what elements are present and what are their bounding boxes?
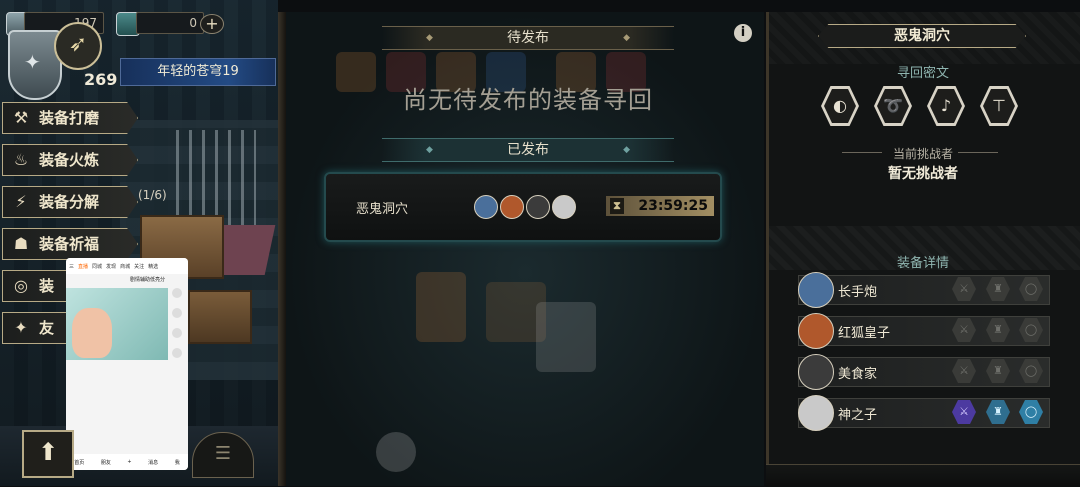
hero-row[interactable] xyxy=(798,398,1050,428)
hero-avatar-divine xyxy=(552,195,576,219)
panel-divider xyxy=(278,12,286,486)
hero-row[interactable] xyxy=(798,357,1050,387)
hero-name: 长手炮 xyxy=(838,285,878,300)
add-resource-button[interactable]: + xyxy=(200,14,224,34)
fox-icon: ✦ xyxy=(14,318,28,337)
share-icon[interactable] xyxy=(172,348,182,358)
diamond-icon: ◆ xyxy=(426,33,433,43)
video-side-actions xyxy=(168,288,186,358)
hero-avatar-redfox xyxy=(500,195,524,219)
video-nav-item[interactable]: 同城 xyxy=(92,263,102,270)
challenger-label: 当前挑战者 xyxy=(892,147,953,161)
menu-disassemble-label: 装备分解 xyxy=(39,193,100,211)
challenger-value: 暂无挑战者 xyxy=(888,166,958,182)
hammer-icon: ⚒ xyxy=(13,108,29,127)
video-bottom-item[interactable]: 消息 xyxy=(148,459,158,466)
hero-name: 美食家 xyxy=(838,367,878,382)
menu-retrieve-label: 装 xyxy=(39,277,55,295)
hero-avatar-gourmet xyxy=(798,354,834,390)
faded-button xyxy=(376,432,416,472)
video-bottom-item[interactable]: 我 xyxy=(175,459,180,466)
location-title: 恶鬼洞穴 xyxy=(818,24,1026,48)
published-header-label: 已发布 xyxy=(507,142,549,158)
video-face xyxy=(72,308,112,358)
hero-name: 红狐皇子 xyxy=(838,326,891,341)
upgrade-arrow-button[interactable]: ⬆ xyxy=(22,430,74,478)
menu-polish-label: 装备打磨 xyxy=(39,109,100,127)
cipher-label: 寻回密文 xyxy=(896,66,949,81)
video-nav-item[interactable]: 三 xyxy=(69,263,74,270)
menu-blessing[interactable]: ☗ 装备祈福 xyxy=(2,228,138,260)
video-bottom-item[interactable]: + xyxy=(127,459,131,465)
hero-avatar-gourmet xyxy=(526,195,550,219)
faded-hero-figure xyxy=(536,302,596,372)
resource-2-value: 0 xyxy=(136,12,204,34)
diamond-icon: ◆ xyxy=(426,145,433,155)
published-quest-card[interactable]: 恶鬼洞穴 ⧗ 23:59:25 xyxy=(324,172,722,242)
video-bottom-item[interactable]: 朋友 xyxy=(101,459,111,466)
quest-name: 恶鬼洞穴 xyxy=(356,202,409,217)
pending-empty-text: 尚无待发布的装备寻回 xyxy=(403,86,653,114)
video-nav-item[interactable]: 商城 xyxy=(120,263,130,270)
menu-blessing-label: 装备祈福 xyxy=(39,235,100,253)
video-frame[interactable] xyxy=(66,288,168,360)
like-icon[interactable] xyxy=(172,288,182,298)
hero-avatar-redfox xyxy=(798,313,834,349)
menu-forge-label: 装备火炼 xyxy=(39,151,100,169)
menu-friends-label: 友 xyxy=(39,319,55,337)
equipment-label: 装备详情 xyxy=(896,256,949,271)
hero-row[interactable] xyxy=(798,316,1050,346)
faded-hero-figure xyxy=(416,272,466,342)
disassemble-icon: ⚡ xyxy=(15,192,27,211)
wooden-crate-small xyxy=(188,290,252,344)
floating-video-window[interactable]: 三 直播 同城 发现 商城 关注 精选 剧情辅助低亮分 首页 朋友 + 消息 我 xyxy=(66,258,188,470)
hero-name: 神之子 xyxy=(838,408,878,423)
flame-icon: ♨ xyxy=(13,150,29,169)
diamond-icon: ◆ xyxy=(623,145,630,155)
pending-header: ◆ 待发布 ◆ xyxy=(382,26,674,50)
faded-fox-icon xyxy=(336,52,376,92)
menu-disassemble[interactable]: ⚡ 装备分解 xyxy=(2,186,138,218)
diamond-icon: ◆ xyxy=(623,33,630,43)
menu-count: (1/6) xyxy=(138,188,167,202)
hero-avatar-longarm xyxy=(798,272,834,308)
prayer-icon: ☗ xyxy=(13,234,29,253)
panel-bottom-edge xyxy=(766,464,1080,487)
video-bottom-nav: 首页 朋友 + 消息 我 xyxy=(66,454,188,470)
video-nav-item[interactable]: 直播 xyxy=(78,263,88,270)
video-bottom-item[interactable]: 首页 xyxy=(74,459,84,466)
published-header: ◆ 已发布 ◆ xyxy=(382,138,674,162)
hero-avatar-divine xyxy=(798,395,834,431)
info-icon[interactable]: i xyxy=(734,24,752,42)
pending-header-label: 待发布 xyxy=(507,30,549,46)
video-caption: 剧情辅助低亮分 xyxy=(130,277,166,283)
video-nav-item[interactable]: 关注 xyxy=(134,263,144,270)
hero-avatar-longarm xyxy=(474,195,498,219)
quest-timer-value: 23:59:25 xyxy=(638,198,708,214)
star-icon[interactable] xyxy=(172,328,182,338)
target-icon: ◎ xyxy=(14,276,28,295)
hero-row[interactable] xyxy=(798,275,1050,305)
player-title[interactable]: 年轻的苍穹19 xyxy=(120,58,276,86)
video-top-nav: 三 直播 同城 发现 商城 关注 精选 xyxy=(66,258,188,274)
comment-icon[interactable] xyxy=(172,308,182,318)
player-level: 269 xyxy=(84,70,118,89)
video-nav-item[interactable]: 精选 xyxy=(148,263,158,270)
rank-wing-icon[interactable]: ➶ xyxy=(54,22,102,70)
menu-forge[interactable]: ♨ 装备火炼 xyxy=(2,144,138,176)
video-nav-item[interactable]: 发现 xyxy=(106,263,116,270)
hourglass-icon: ⧗ xyxy=(610,198,624,214)
quest-timer: ⧗ 23:59:25 xyxy=(606,196,714,216)
menu-polish[interactable]: ⚒ 装备打磨 xyxy=(2,102,138,134)
